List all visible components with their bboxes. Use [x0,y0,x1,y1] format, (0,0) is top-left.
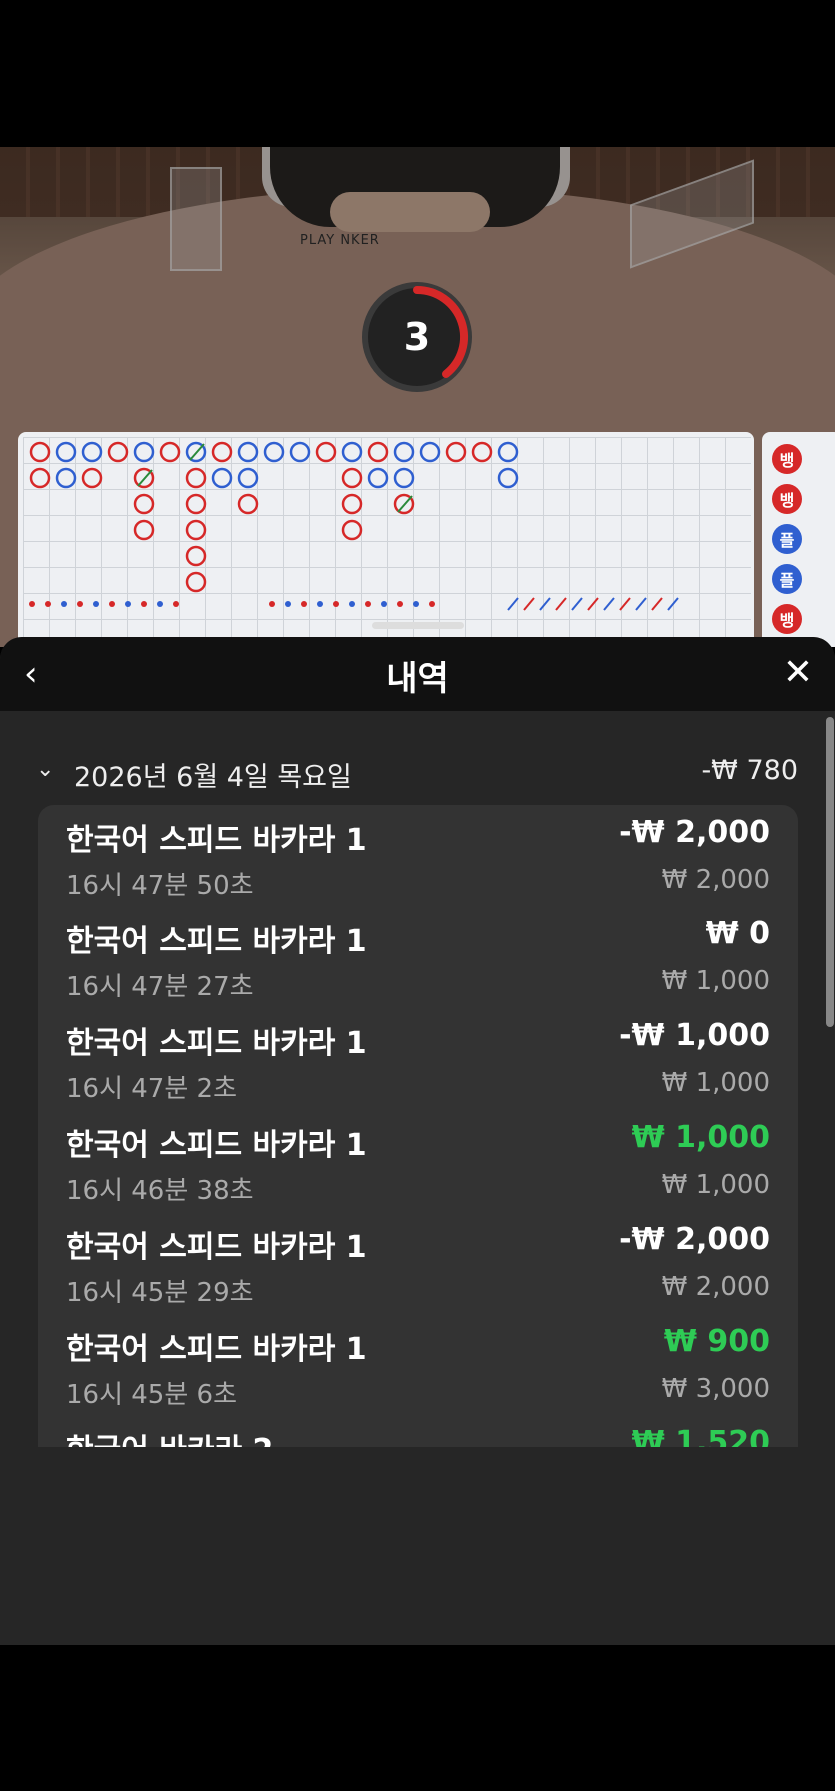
entry-time: 16시 45분 29초 [66,1278,254,1308]
game-name: 한국어 스피드 바카라 1 [66,924,367,959]
status-bar-area [0,0,835,147]
side-road-banker: 뱅 [772,484,802,514]
entry-amount: -₩ 2,000 [619,1222,770,1257]
navigation-bar-area [0,1645,835,1791]
entry-bet: ₩ 3,000 [661,1374,770,1404]
entry-bet: ₩ 2,000 [661,865,770,895]
entry-amount: -₩ 1,000 [619,1018,770,1053]
side-road-banker: 뱅 [772,604,802,634]
entry-time: 16시 47분 27초 [66,972,254,1002]
sheet-header: ‹ 내역 ✕ [0,637,835,711]
entry-amount: ₩ 900 [663,1324,770,1359]
history-sheet: ‹ 내역 ✕ ⌄ 2026년 6월 4일 목요일 -₩ 780 한국어 스피드 … [0,637,835,1645]
entry-bet: ₩ 1,000 [661,966,770,996]
entry-time: 16시 46분 38초 [66,1176,254,1206]
entry-time: 16시 47분 50초 [66,871,254,901]
countdown-timer: 3 [362,282,472,392]
history-row[interactable]: 한국어 스피드 바카라 1 16시 46분 38초 ₩ 1,000 ₩ 1,00… [66,1120,770,1214]
day-label: 2026년 6월 4일 목요일 [74,762,352,793]
side-road-player: 플 [772,524,802,554]
entry-bet: ₩ 1,000 [661,1068,770,1098]
chevron-down-icon: ⌄ [36,757,55,782]
entry-bet: ₩ 1,000 [661,1170,770,1200]
history-row[interactable]: 한국어 스피드 바카라 1 16시 47분 50초 -₩ 2,000 ₩ 2,0… [66,815,770,909]
side-road[interactable]: 뱅 뱅 플 플 뱅 [762,432,835,647]
close-icon[interactable]: ✕ [780,655,816,691]
day-total: -₩ 780 [701,755,798,786]
sheet-bottom-area [0,1447,835,1645]
entry-bet: ₩ 2,000 [661,1272,770,1302]
history-row[interactable]: 한국어 스피드 바카라 1 16시 45분 29초 -₩ 2,000 ₩ 2,0… [66,1222,770,1316]
entry-amount: -₩ 2,000 [619,815,770,850]
side-road-player: 플 [772,564,802,594]
scoreboard-road[interactable] [18,432,754,647]
history-row[interactable]: 한국어 스피드 바카라 1 16시 47분 27초 ₩ 0 ₩ 1,000 [66,916,770,1010]
game-name: 한국어 스피드 바카라 1 [66,823,367,858]
entry-time: 16시 45분 6초 [66,1380,237,1410]
game-name: 한국어 스피드 바카라 1 [66,1026,367,1061]
history-row[interactable]: 한국어 스피드 바카라 1 16시 47분 2초 -₩ 1,000 ₩ 1,00… [66,1018,770,1112]
history-row[interactable]: 한국어 스피드 바카라 1 16시 45분 6초 ₩ 900 ₩ 3,000 [66,1324,770,1418]
road-markers [29,441,679,611]
entry-time: 16시 47분 2초 [66,1074,237,1104]
game-name: 한국어 스피드 바카라 1 [66,1230,367,1265]
sheet-title: 내역 [386,659,449,699]
game-name: 한국어 스피드 바카라 1 [66,1332,367,1367]
timer-value: 3 [403,315,431,359]
entry-amount: ₩ 0 [705,916,770,951]
game-name: 한국어 스피드 바카라 1 [66,1128,367,1163]
scrollbar[interactable] [826,717,834,1027]
entry-amount: ₩ 1,000 [631,1120,770,1155]
sheet-drag-handle[interactable] [372,622,464,629]
day-group-header[interactable]: ⌄ 2026년 6월 4일 목요일 -₩ 780 [36,755,798,795]
side-road-banker: 뱅 [772,444,802,474]
